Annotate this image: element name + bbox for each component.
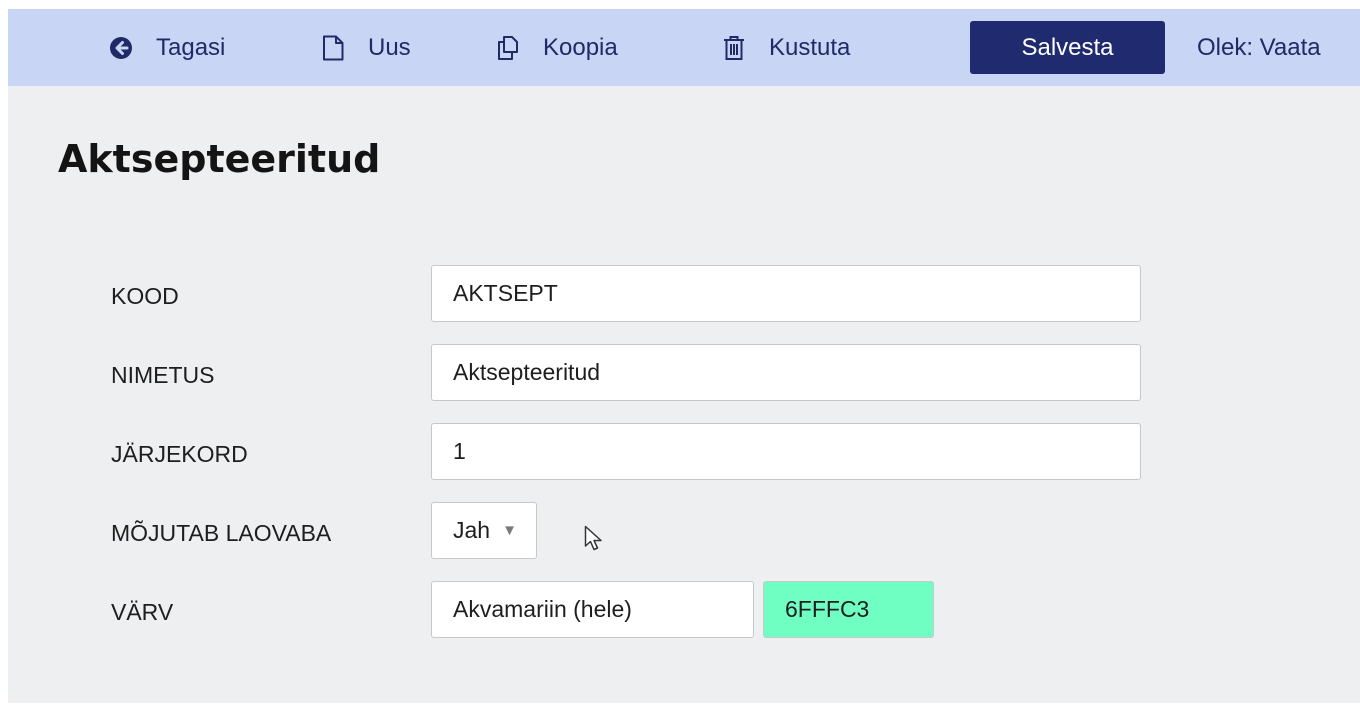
varv-label: VÄRV [111, 598, 174, 625]
copy-icon [495, 35, 521, 61]
jarjekord-input[interactable] [431, 423, 1141, 480]
mojutab-laovaba-select[interactable]: Jah ▼ [431, 502, 537, 559]
status-text: Olek: Vaata [1197, 33, 1321, 61]
nimetus-input[interactable] [431, 344, 1141, 401]
page-title: Aktsepteeritud [58, 137, 381, 181]
delete-button[interactable]: Kustuta [721, 9, 850, 86]
document-icon [320, 35, 346, 61]
caret-down-icon: ▼ [502, 522, 517, 539]
arrow-circle-left-icon [108, 35, 134, 61]
nimetus-label: NIMETUS [111, 361, 215, 388]
trash-icon [721, 35, 747, 61]
mouse-pointer-icon [584, 525, 604, 556]
new-button[interactable]: Uus [320, 9, 411, 86]
kood-label: KOOD [111, 282, 179, 309]
mojutab-laovaba-value: Jah [453, 517, 491, 543]
color-swatch: 6FFFC3 [763, 581, 934, 638]
save-button[interactable]: Salvesta [970, 21, 1165, 74]
page-container: Tagasi Uus Koopia Kustuta Salvesta Olek:… [8, 9, 1360, 703]
delete-label: Kustuta [769, 33, 851, 61]
kood-input[interactable] [431, 265, 1141, 322]
new-label: Uus [368, 33, 411, 61]
mojutab-laovaba-label: MÕJUTAB LAOVABA [111, 519, 332, 546]
varv-input[interactable] [431, 581, 754, 638]
color-hex-value: 6FFFC3 [785, 596, 870, 622]
copy-label: Koopia [543, 33, 618, 61]
back-label: Tagasi [156, 33, 226, 61]
back-button[interactable]: Tagasi [108, 9, 225, 86]
copy-button[interactable]: Koopia [495, 9, 618, 86]
jarjekord-label: JÄRJEKORD [111, 440, 248, 467]
toolbar: Tagasi Uus Koopia Kustuta Salvesta Olek:… [8, 9, 1360, 86]
